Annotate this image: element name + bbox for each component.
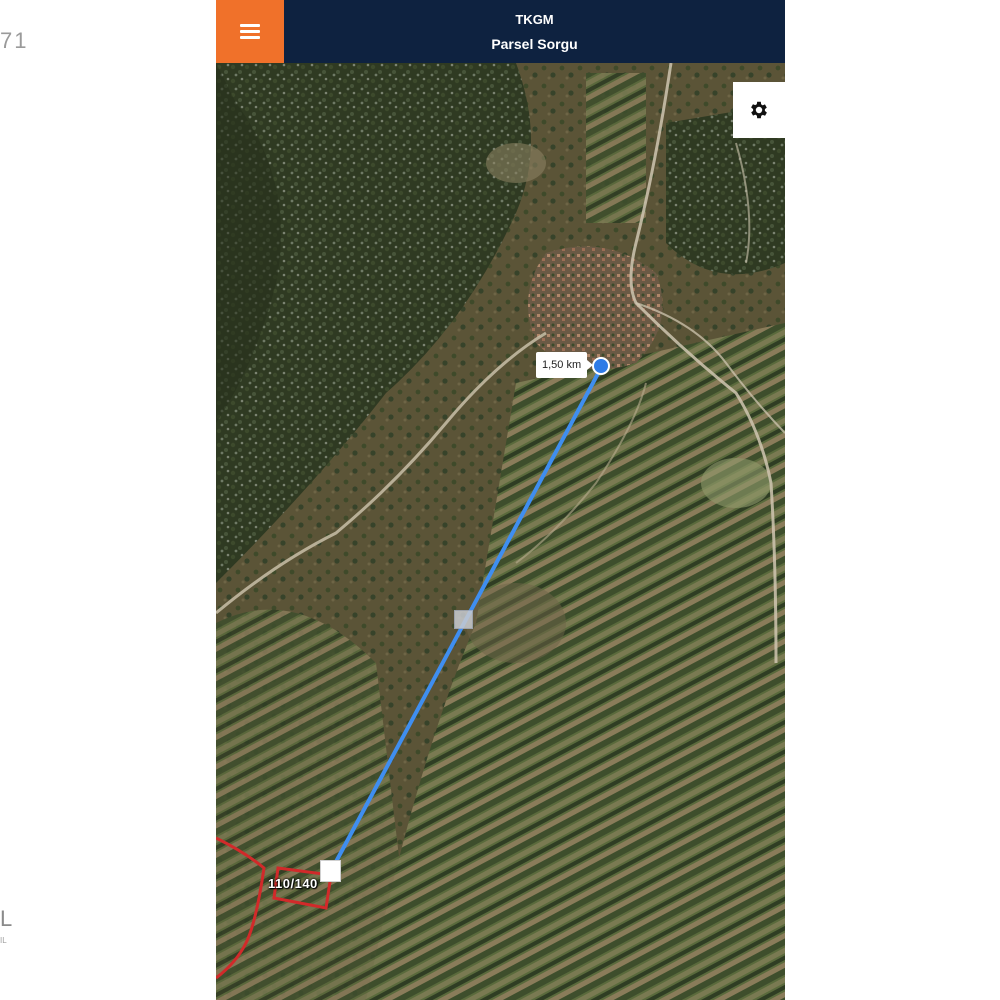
page-subtitle: Parsel Sorgu	[491, 36, 578, 52]
distance-label: 1,50 km	[536, 352, 594, 378]
parcel-number-label: 110/140	[268, 876, 318, 891]
measure-end-handle[interactable]	[320, 860, 341, 882]
hamburger-menu-icon	[240, 23, 260, 40]
menu-button[interactable]	[216, 0, 284, 63]
measure-midpoint-handle[interactable]	[454, 610, 473, 629]
background-page-letter: L	[0, 906, 13, 931]
gear-icon	[751, 101, 767, 119]
background-page-number: 71	[0, 28, 29, 53]
app-header: TKGM Parsel Sorgu	[216, 0, 785, 63]
settings-button[interactable]	[733, 82, 785, 138]
app-title: TKGM	[515, 12, 554, 27]
app-screen: TKGM Parsel Sorgu 1,50 km 110/140	[216, 0, 785, 1000]
background-page-small-text: IL	[0, 936, 7, 945]
satellite-map[interactable]	[216, 63, 785, 1000]
